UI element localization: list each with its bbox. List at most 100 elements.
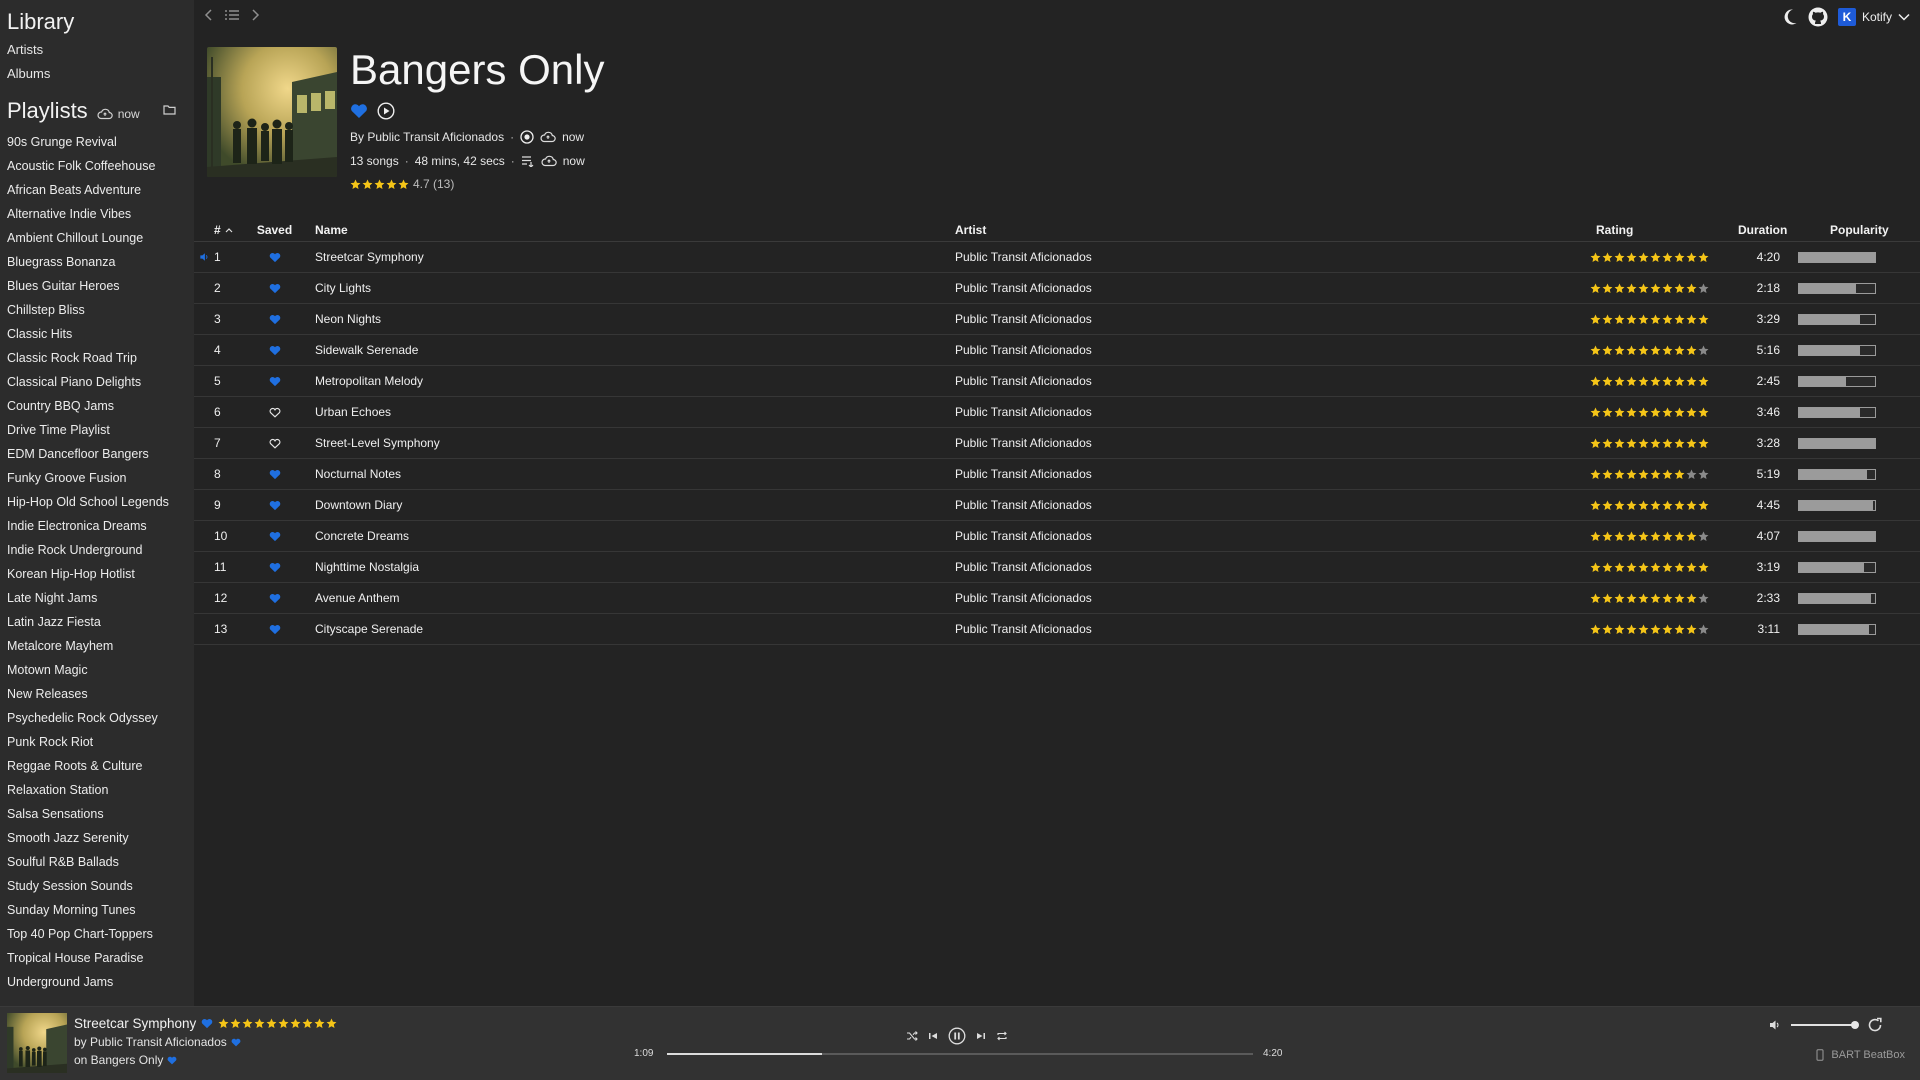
track-rating[interactable]: [1590, 345, 1730, 356]
sidebar-playlist-item[interactable]: Late Night Jams: [0, 586, 194, 610]
track-name[interactable]: Concrete Dreams: [307, 529, 955, 543]
track-name[interactable]: Street-Level Symphony: [307, 436, 955, 450]
saved-toggle[interactable]: [242, 624, 307, 635]
track-artist[interactable]: Public Transit Aficionados: [955, 343, 1590, 357]
sidebar-playlist-item[interactable]: Country BBQ Jams: [0, 394, 194, 418]
table-row[interactable]: 3 Neon Nights Public Transit Aficionados 3:…: [194, 304, 1920, 335]
col-num-header[interactable]: #: [214, 223, 242, 237]
track-name[interactable]: Nighttime Nostalgia: [307, 560, 955, 574]
track-name[interactable]: Downtown Diary: [307, 498, 955, 512]
sidebar-playlist-item[interactable]: Latin Jazz Fiesta: [0, 610, 194, 634]
heart-filled-icon[interactable]: [350, 103, 368, 119]
track-rating[interactable]: [1590, 438, 1730, 449]
sidebar-item-artists[interactable]: Artists: [0, 38, 194, 62]
heart-filled-icon[interactable]: [269, 562, 281, 573]
track-name[interactable]: Nocturnal Notes: [307, 467, 955, 481]
col-rating-header[interactable]: Rating: [1590, 223, 1730, 237]
sidebar-playlist-item[interactable]: Ambient Chillout Lounge: [0, 226, 194, 250]
sidebar-playlist-item[interactable]: New Releases: [0, 682, 194, 706]
track-artist[interactable]: Public Transit Aficionados: [955, 498, 1590, 512]
sidebar-playlist-item[interactable]: Bluegrass Bonanza: [0, 250, 194, 274]
next-icon[interactable]: [976, 1031, 986, 1041]
table-row[interactable]: 4 Sidewalk Serenade Public Transit Aficion…: [194, 335, 1920, 366]
sidebar-playlist-item[interactable]: Study Session Sounds: [0, 874, 194, 898]
pause-icon[interactable]: [948, 1027, 966, 1045]
table-row[interactable]: 8 Nocturnal Notes Public Transit Aficionad…: [194, 459, 1920, 490]
sidebar-playlist-item[interactable]: Top 40 Pop Chart-Toppers: [0, 922, 194, 946]
track-name[interactable]: Metropolitan Melody: [307, 374, 955, 388]
track-artist[interactable]: Public Transit Aficionados: [955, 622, 1590, 636]
col-saved-header[interactable]: Saved: [242, 223, 307, 237]
volume-icon[interactable]: [1769, 1019, 1781, 1031]
saved-toggle[interactable]: [242, 376, 307, 387]
output-device[interactable]: BART BeatBox: [1816, 1049, 1905, 1061]
sidebar-playlist-item[interactable]: Punk Rock Riot: [0, 730, 194, 754]
track-name[interactable]: Cityscape Serenade: [307, 622, 955, 636]
sidebar-playlist-item[interactable]: Psychedelic Rock Odyssey: [0, 706, 194, 730]
heart-filled-icon[interactable]: [201, 1018, 213, 1029]
saved-toggle[interactable]: [242, 345, 307, 356]
heart-filled-icon[interactable]: [269, 314, 281, 325]
sidebar-playlist-item[interactable]: 90s Grunge Revival: [0, 130, 194, 154]
track-rating[interactable]: [1590, 531, 1730, 542]
sidebar-playlist-item[interactable]: Blues Guitar Heroes: [0, 274, 194, 298]
heart-filled-icon[interactable]: [269, 345, 281, 356]
now-playing-cover[interactable]: [7, 1013, 67, 1073]
table-row[interactable]: 1 Streetcar Symphony Public Transit Aficio…: [194, 242, 1920, 273]
track-artist[interactable]: Public Transit Aficionados: [955, 281, 1590, 295]
heart-filled-icon[interactable]: [269, 624, 281, 635]
track-artist[interactable]: Public Transit Aficionados: [955, 436, 1590, 450]
saved-toggle[interactable]: [242, 283, 307, 294]
col-popularity-header[interactable]: Popularity: [1830, 223, 1912, 237]
table-row[interactable]: 11 Nighttime Nostalgia Public Transit Afic…: [194, 552, 1920, 583]
track-rating[interactable]: [1590, 624, 1730, 635]
sidebar-playlist-item[interactable]: Sunday Morning Tunes: [0, 898, 194, 922]
track-name[interactable]: Neon Nights: [307, 312, 955, 326]
forward-icon[interactable]: [250, 8, 260, 22]
sidebar-playlist-item[interactable]: Indie Electronica Dreams: [0, 514, 194, 538]
track-artist[interactable]: Public Transit Aficionados: [955, 374, 1590, 388]
saved-toggle[interactable]: [242, 438, 307, 449]
previous-icon[interactable]: [928, 1031, 938, 1041]
new-folder-icon[interactable]: [163, 102, 176, 120]
heart-filled-icon[interactable]: [167, 1056, 177, 1065]
table-row[interactable]: 10 Concrete Dreams Public Transit Aficiona…: [194, 521, 1920, 552]
saved-toggle[interactable]: [242, 469, 307, 480]
track-artist[interactable]: Public Transit Aficionados: [955, 591, 1590, 605]
heart-filled-icon[interactable]: [231, 1038, 241, 1047]
sidebar-playlist-item[interactable]: EDM Dancefloor Bangers: [0, 442, 194, 466]
table-row[interactable]: 2 City Lights Public Transit Aficionados 2:…: [194, 273, 1920, 304]
sidebar-playlist-item[interactable]: Motown Magic: [0, 658, 194, 682]
now-playing-artist[interactable]: by Public Transit Aficionados: [74, 1035, 227, 1049]
saved-toggle[interactable]: [242, 500, 307, 511]
track-rating[interactable]: [1590, 562, 1730, 573]
heart-filled-icon[interactable]: [269, 593, 281, 604]
heart-filled-icon[interactable]: [269, 252, 281, 263]
track-rating[interactable]: [1590, 283, 1730, 294]
table-row[interactable]: 7 Street-Level Symphony Public Transit Afi…: [194, 428, 1920, 459]
volume-slider[interactable]: [1791, 1021, 1859, 1029]
track-artist[interactable]: Public Transit Aficionados: [955, 467, 1590, 481]
track-artist[interactable]: Public Transit Aficionados: [955, 405, 1590, 419]
sidebar-playlist-item[interactable]: Reggae Roots & Culture: [0, 754, 194, 778]
heart-filled-icon[interactable]: [269, 376, 281, 387]
saved-toggle[interactable]: [242, 562, 307, 573]
sidebar-playlist-item[interactable]: Funky Groove Fusion: [0, 466, 194, 490]
track-artist[interactable]: Public Transit Aficionados: [955, 312, 1590, 326]
track-rating[interactable]: [1590, 376, 1730, 387]
heart-outline-icon[interactable]: [269, 407, 281, 418]
saved-toggle[interactable]: [242, 407, 307, 418]
now-playing-title[interactable]: Streetcar Symphony: [74, 1016, 196, 1031]
sidebar-playlist-item[interactable]: Alternative Indie Vibes: [0, 202, 194, 226]
track-artist[interactable]: Public Transit Aficionados: [955, 560, 1590, 574]
sidebar-playlist-item[interactable]: Classical Piano Delights: [0, 370, 194, 394]
saved-toggle[interactable]: [242, 531, 307, 542]
user-menu[interactable]: K Kotify: [1837, 8, 1910, 26]
shuffle-icon[interactable]: [906, 1030, 918, 1042]
sidebar-playlist-item[interactable]: Korean Hip-Hop Hotlist: [0, 562, 194, 586]
heart-filled-icon[interactable]: [269, 283, 281, 294]
sidebar-playlist-item[interactable]: Classic Hits: [0, 322, 194, 346]
now-playing-playlist[interactable]: on Bangers Only: [74, 1053, 163, 1067]
heart-filled-icon[interactable]: [269, 531, 281, 542]
sidebar-playlist-item[interactable]: Smooth Jazz Serenity: [0, 826, 194, 850]
